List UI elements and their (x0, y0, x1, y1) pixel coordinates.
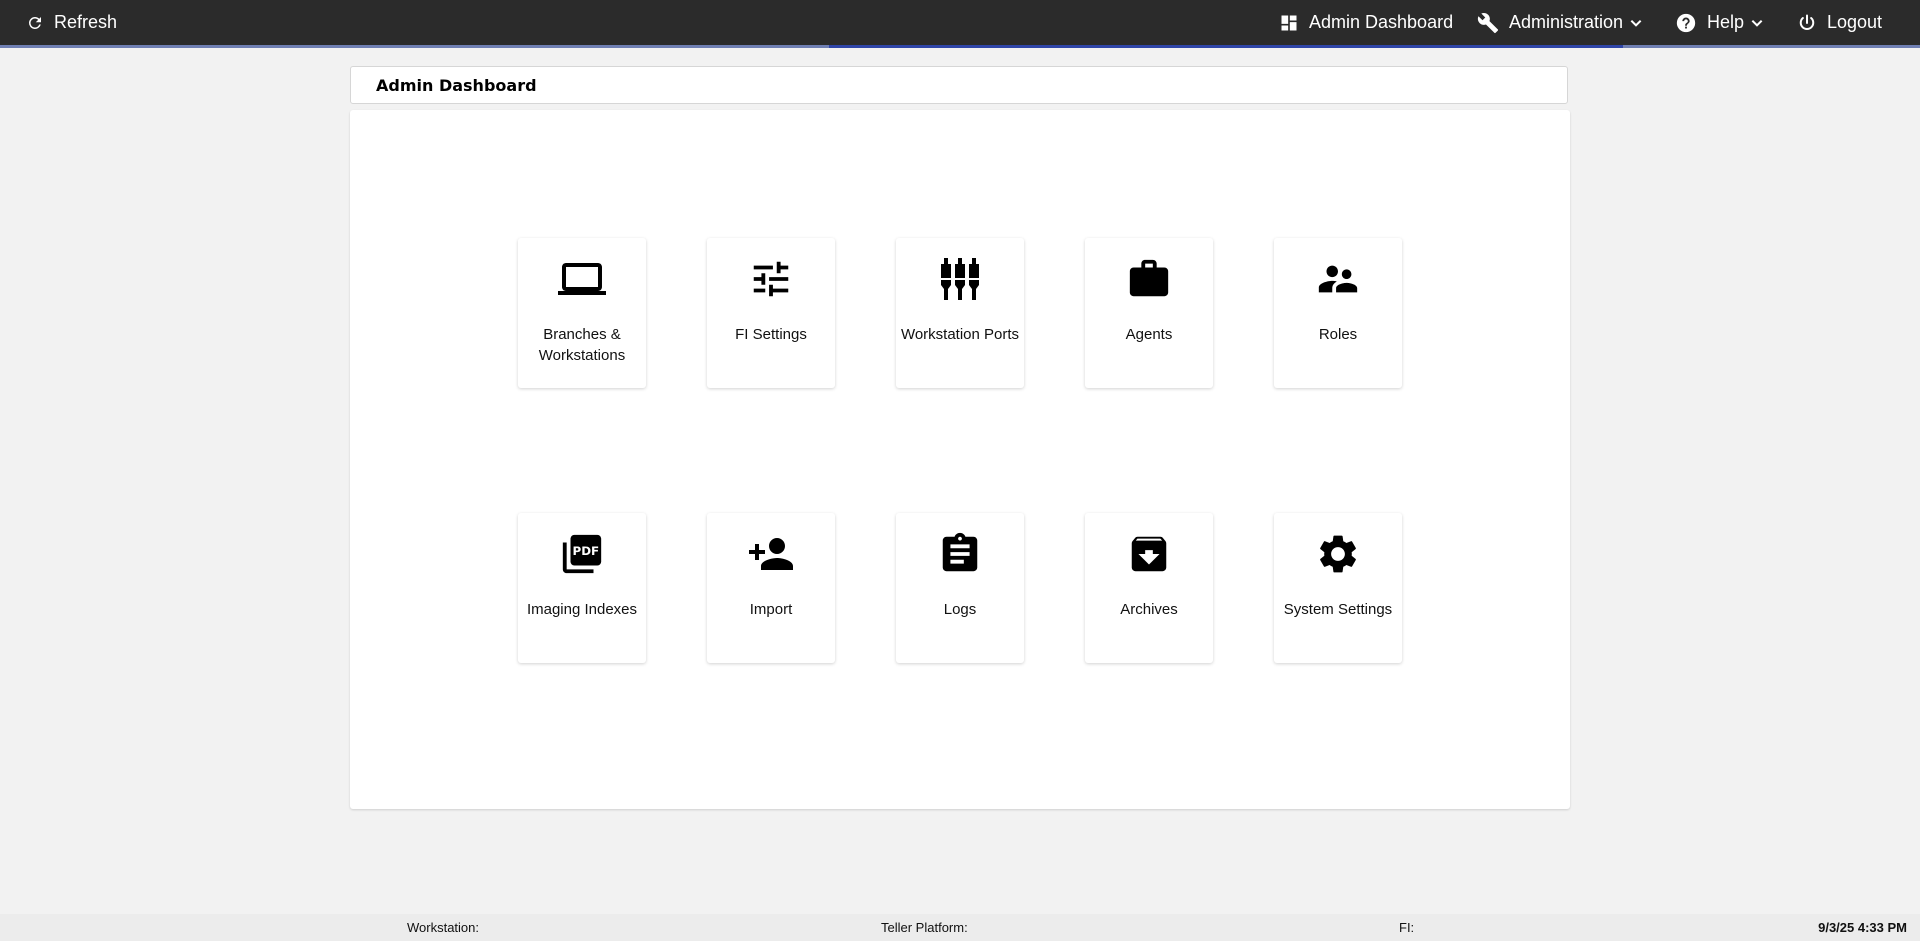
tile-label: Archives (1120, 601, 1178, 618)
status-bar: Workstation: Teller Platform: FI: 9/3/25… (0, 914, 1920, 941)
tile-agents[interactable]: Agents (1085, 238, 1213, 388)
help-circle-icon (1675, 12, 1697, 34)
chevron-down-icon (1629, 16, 1643, 30)
dashboard-icon (1279, 13, 1299, 33)
teller-platform-status: Teller Platform: (881, 920, 968, 935)
wrench-icon (1477, 12, 1499, 34)
nav-administration-dropdown[interactable]: Administration (1477, 0, 1643, 45)
svg-text:PDF: PDF (572, 544, 599, 558)
page-title-text: Admin Dashboard (376, 75, 537, 95)
fi-status: FI: (1399, 920, 1415, 935)
tile-label: Import (749, 601, 793, 618)
tile-branches-workstations[interactable]: Branches & Workstations (518, 238, 646, 388)
tile-archives[interactable]: Archives (1085, 513, 1213, 663)
gear-icon (1274, 530, 1402, 578)
people-icon (1274, 255, 1402, 303)
nav-help-dropdown[interactable]: Help (1675, 0, 1764, 45)
dashboard-panel: Branches & Workstations FI Settings Work… (350, 110, 1570, 809)
tile-workstation-ports[interactable]: Workstation Ports (896, 238, 1024, 388)
refresh-icon (26, 14, 44, 32)
power-icon (1797, 13, 1817, 33)
active-nav-indicator (829, 45, 1623, 48)
tune-sliders-icon (707, 255, 835, 303)
tile-label: Logs (943, 601, 977, 618)
tile-imaging-indexes[interactable]: PDF Imaging Indexes (518, 513, 646, 663)
refresh-label: Refresh (54, 12, 118, 32)
logout-button[interactable]: Logout (1797, 0, 1882, 45)
top-navigation-bar: Refresh Admin Dashboard Administration H… (0, 0, 1920, 45)
workstation-status: Workstation: (407, 920, 480, 935)
page-title: Admin Dashboard (350, 66, 1568, 104)
cable-ports-icon (896, 255, 1024, 303)
person-add-icon (707, 530, 835, 578)
tile-fi-settings[interactable]: FI Settings (707, 238, 835, 388)
tile-label: Branches & Workstations (538, 326, 626, 364)
tile-roles[interactable]: Roles (1274, 238, 1402, 388)
tile-logs[interactable]: Logs (896, 513, 1024, 663)
tile-label: System Settings (1283, 601, 1393, 618)
briefcase-icon (1085, 255, 1213, 303)
tile-system-settings[interactable]: System Settings (1274, 513, 1402, 663)
tile-label: Agents (1125, 326, 1173, 343)
chevron-down-icon (1750, 16, 1764, 30)
tile-label: Imaging Indexes (526, 601, 638, 618)
nav-admin-dashboard[interactable]: Admin Dashboard (1279, 0, 1453, 45)
datetime-display: 9/3/25 4:33 PM (1818, 920, 1907, 935)
pdf-icon: PDF (518, 530, 646, 578)
tile-label: Roles (1318, 326, 1358, 343)
clipboard-icon (896, 530, 1024, 578)
nav-help-label: Help (1707, 12, 1745, 32)
refresh-button[interactable]: Refresh (26, 0, 117, 45)
laptop-icon (518, 255, 646, 303)
tile-label: FI Settings (735, 326, 807, 343)
tile-label: Workstation Ports (900, 326, 1020, 343)
logout-label: Logout (1827, 12, 1883, 32)
tile-import[interactable]: Import (707, 513, 835, 663)
nav-admin-dashboard-label: Admin Dashboard (1309, 12, 1454, 32)
archive-box-icon (1085, 530, 1213, 578)
nav-administration-label: Administration (1509, 12, 1624, 32)
